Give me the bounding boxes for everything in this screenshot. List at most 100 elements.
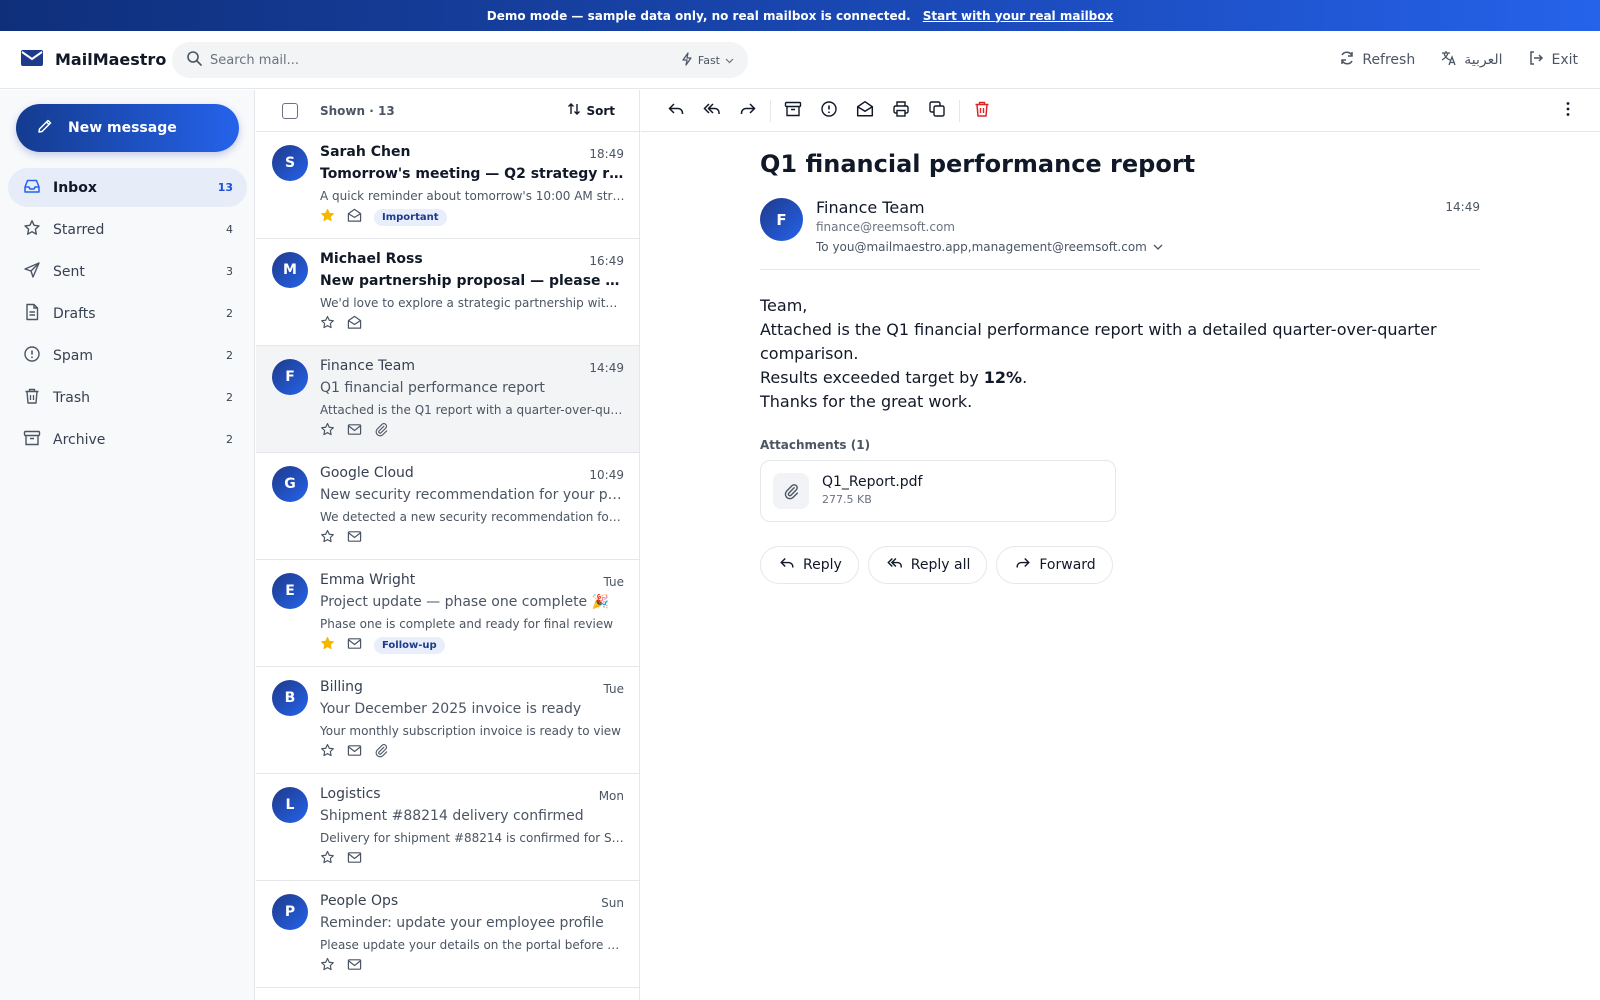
forward-label: Forward bbox=[1039, 557, 1096, 573]
sidebar-item-sent[interactable]: Sent 3 bbox=[8, 252, 247, 291]
delete-toolbar-button[interactable] bbox=[964, 93, 1000, 129]
mail-flags bbox=[320, 422, 389, 440]
mail-sender: Finance Team bbox=[320, 358, 416, 374]
mail-sender: Google Cloud bbox=[320, 465, 414, 481]
star-icon[interactable] bbox=[320, 743, 335, 762]
search-mode-dropdown[interactable]: Fast bbox=[681, 51, 734, 69]
recipients-text: To you@mailmaestro.app,management@reemso… bbox=[816, 240, 1147, 254]
demo-banner: Demo mode — sample data only, no real ma… bbox=[0, 0, 1600, 31]
mail-row-selected[interactable]: F Finance Team 14:49 Q1 financial perfor… bbox=[256, 346, 639, 453]
sidebar-item-inbox[interactable]: Inbox 13 bbox=[8, 168, 247, 207]
message-actions: Reply Reply all Forward bbox=[760, 546, 1480, 584]
mail-time: 16:49 bbox=[589, 254, 624, 268]
mail-preview: We detected a new security recommendatio… bbox=[320, 510, 625, 524]
mail-preview: We'd love to explore a strategic partner… bbox=[320, 296, 625, 310]
mail-icon[interactable] bbox=[347, 422, 362, 441]
new-message-button[interactable]: New message bbox=[16, 104, 239, 152]
mail-icon[interactable] bbox=[347, 850, 362, 869]
mail-preview: Please update your details on the portal… bbox=[320, 938, 625, 952]
sidebar-item-label: Inbox bbox=[53, 179, 97, 196]
more-options-button[interactable] bbox=[1550, 93, 1586, 129]
chevron-down-icon bbox=[1153, 240, 1163, 254]
mail-sender: Billing bbox=[320, 679, 363, 695]
exit-button[interactable]: Exit bbox=[1528, 50, 1578, 70]
sort-button[interactable]: Sort bbox=[567, 102, 615, 119]
paperclip-icon bbox=[773, 473, 809, 509]
star-icon[interactable] bbox=[320, 850, 335, 869]
avatar: F bbox=[272, 359, 308, 395]
reply-toolbar-button[interactable] bbox=[658, 93, 694, 129]
mail-icon[interactable] bbox=[347, 636, 362, 655]
search-input[interactable] bbox=[210, 52, 681, 68]
archive-icon bbox=[784, 100, 802, 122]
sidebar-item-drafts[interactable]: Drafts 2 bbox=[8, 294, 247, 333]
mail-row[interactable]: L Logistics Mon Shipment #88214 delivery… bbox=[256, 774, 639, 881]
mail-subject: Your December 2025 invoice is ready bbox=[320, 701, 582, 717]
star-icon[interactable] bbox=[320, 957, 335, 976]
mail-time: 18:49 bbox=[589, 147, 624, 161]
mail-icon[interactable] bbox=[347, 743, 362, 762]
star-icon[interactable] bbox=[320, 529, 335, 548]
mail-row[interactable]: P People Ops Sun Reminder: update your e… bbox=[256, 881, 639, 988]
report-spam-toolbar-button[interactable] bbox=[811, 93, 847, 129]
mail-sender: People Ops bbox=[320, 893, 399, 909]
avatar: P bbox=[272, 894, 308, 930]
sidebar-item-starred[interactable]: Starred 4 bbox=[8, 210, 247, 249]
language-button[interactable]: العربية bbox=[1441, 50, 1502, 70]
reply-all-toolbar-button[interactable] bbox=[694, 93, 730, 129]
start-real-mailbox-link[interactable]: Start with your real mailbox bbox=[923, 9, 1114, 23]
mail-open-icon[interactable] bbox=[347, 208, 362, 227]
body-highlight: 12% bbox=[983, 368, 1023, 387]
star-icon[interactable] bbox=[320, 422, 335, 441]
mail-row[interactable]: S Sarah Chen 18:49 Tomorrow's meeting — … bbox=[256, 132, 639, 239]
new-message-label: New message bbox=[68, 120, 177, 136]
reply-icon bbox=[667, 100, 685, 122]
mail-flags bbox=[320, 315, 362, 333]
sidebar-item-archive[interactable]: Archive 2 bbox=[8, 420, 247, 459]
forward-toolbar-button[interactable] bbox=[730, 93, 766, 129]
copy-toolbar-button[interactable] bbox=[919, 93, 955, 129]
mark-read-toolbar-button[interactable] bbox=[847, 93, 883, 129]
mail-time: Tue bbox=[603, 682, 625, 696]
mail-row[interactable]: G Google Cloud 10:49 New security recomm… bbox=[256, 453, 639, 560]
mail-open-icon bbox=[856, 100, 874, 122]
recipients-toggle[interactable]: To you@mailmaestro.app,management@reemso… bbox=[816, 240, 1163, 254]
mail-row[interactable]: B Billing Tue Your December 2025 invoice… bbox=[256, 667, 639, 774]
mail-row[interactable]: E Emma Wright Tue Project update — phase… bbox=[256, 560, 639, 667]
inbox-icon bbox=[23, 177, 41, 199]
print-toolbar-button[interactable] bbox=[883, 93, 919, 129]
more-vertical-icon bbox=[1559, 100, 1577, 122]
archive-toolbar-button[interactable] bbox=[775, 93, 811, 129]
sidebar-item-label: Drafts bbox=[53, 305, 96, 322]
sidebar: New message Inbox 13 Starred 4 Sent 3 Dr… bbox=[0, 90, 255, 1000]
paperclip-icon bbox=[374, 422, 389, 441]
sidebar-item-label: Archive bbox=[53, 431, 106, 448]
mail-time: Sun bbox=[601, 896, 624, 910]
avatar: B bbox=[272, 680, 308, 716]
reply-button[interactable]: Reply bbox=[760, 546, 859, 584]
refresh-label: Refresh bbox=[1362, 52, 1416, 68]
mail-preview: A quick reminder about tomorrow's 10:00 … bbox=[320, 189, 625, 203]
mail-icon[interactable] bbox=[347, 529, 362, 548]
mail-row[interactable]: M Michael Ross 16:49 New partnership pro… bbox=[256, 239, 639, 346]
sidebar-item-count: 13 bbox=[217, 181, 233, 194]
reply-all-button[interactable]: Reply all bbox=[867, 546, 988, 584]
brand[interactable]: MailMaestro bbox=[0, 49, 172, 70]
star-icon bbox=[23, 219, 41, 241]
reply-label: Reply bbox=[803, 557, 842, 573]
refresh-button[interactable]: Refresh bbox=[1339, 50, 1415, 70]
star-filled-icon[interactable] bbox=[320, 636, 335, 655]
mail-open-icon[interactable] bbox=[347, 315, 362, 334]
forward-button[interactable]: Forward bbox=[996, 546, 1113, 584]
header-actions: Refresh العربية Exit bbox=[1339, 31, 1578, 89]
attachment-card[interactable]: Q1_Report.pdf 277.5 KB bbox=[760, 460, 1116, 522]
sidebar-item-trash[interactable]: Trash 2 bbox=[8, 378, 247, 417]
mail-subject: Tomorrow's meeting — Q2 strategy review bbox=[320, 166, 625, 182]
search-bar[interactable]: Fast bbox=[172, 42, 748, 78]
mail-icon[interactable] bbox=[347, 957, 362, 976]
star-icon[interactable] bbox=[320, 315, 335, 334]
select-all-checkbox[interactable] bbox=[282, 102, 298, 119]
star-filled-icon[interactable] bbox=[320, 208, 335, 227]
mail-sender: Sarah Chen bbox=[320, 144, 411, 160]
sidebar-item-spam[interactable]: Spam 2 bbox=[8, 336, 247, 375]
